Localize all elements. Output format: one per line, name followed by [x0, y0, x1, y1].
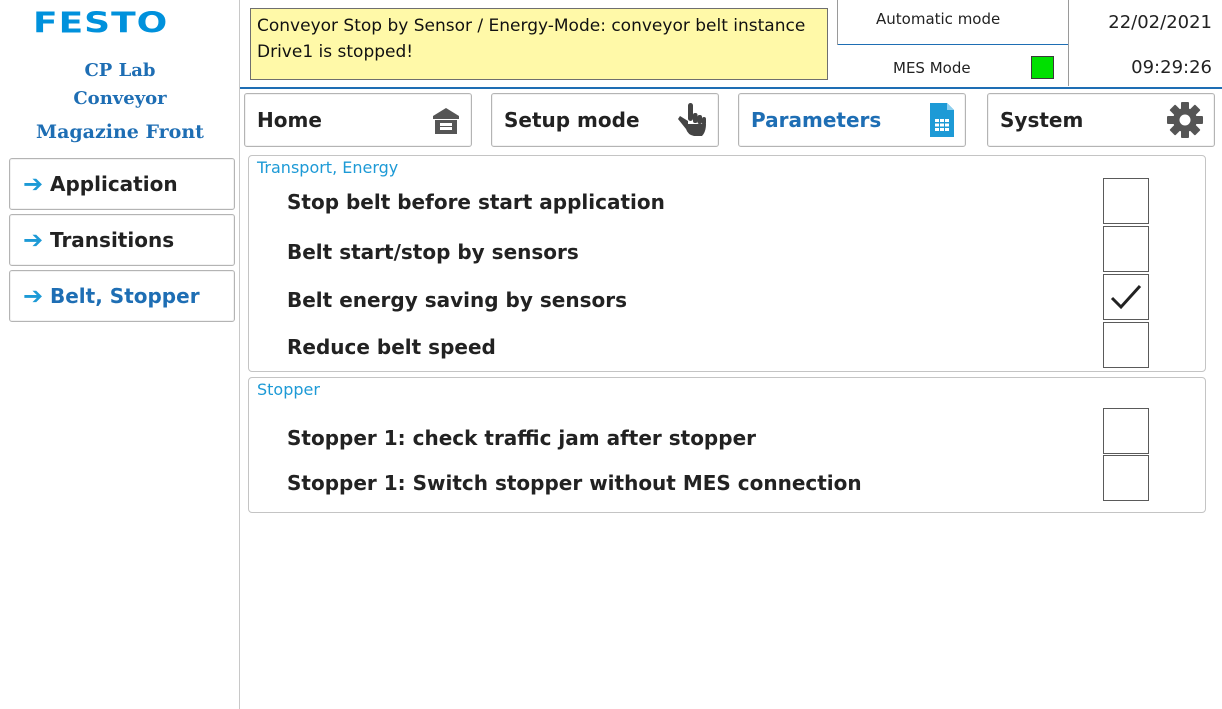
header-separator: [1068, 0, 1069, 86]
document-table-icon: [929, 102, 955, 138]
section-title: Stopper: [257, 380, 320, 399]
checkbox-belt-energy-saving[interactable]: [1103, 274, 1149, 320]
setting-label: Stopper 1: Switch stopper without MES co…: [287, 471, 862, 495]
station-name-line-3: Magazine Front: [36, 121, 204, 143]
checkmark-icon: [1110, 284, 1142, 310]
tab-label: Setup mode: [504, 108, 640, 132]
tab-label: Home: [257, 108, 322, 132]
arrow-right-icon: ➔: [22, 282, 44, 310]
sidebar-item-belt-stopper[interactable]: ➔ Belt, Stopper: [9, 270, 235, 322]
setting-label: Stopper 1: check traffic jam after stopp…: [287, 426, 756, 450]
section-stopper: Stopper Stopper 1: check traffic jam aft…: [248, 377, 1206, 513]
sidebar-item-label: Application: [50, 172, 178, 196]
mes-mode-label: MES Mode: [893, 59, 971, 77]
tab-label: System: [1000, 108, 1084, 132]
tab-parameters[interactable]: Parameters: [738, 93, 966, 147]
sidebar-item-transitions[interactable]: ➔ Transitions: [9, 214, 235, 266]
tab-label: Parameters: [751, 108, 882, 132]
left-divider: [239, 0, 240, 709]
checkbox-stopper-check-traffic-jam[interactable]: [1103, 408, 1149, 454]
setting-label: Belt start/stop by sensors: [287, 240, 579, 264]
checkbox-belt-start-stop-by-sensors[interactable]: [1103, 226, 1149, 272]
header-rule: [240, 87, 1222, 89]
date-display: 22/02/2021: [1108, 12, 1212, 33]
mode-divider: [838, 44, 1068, 45]
hand-pointer-icon: [676, 102, 708, 138]
station-name-line-2: Conveyor: [73, 88, 167, 109]
sidebar-item-label: Belt, Stopper: [50, 284, 200, 308]
garage-icon: [431, 105, 461, 135]
sidebar-item-application[interactable]: ➔ Application: [9, 158, 235, 210]
gear-icon: [1166, 101, 1204, 139]
tab-setup-mode[interactable]: Setup mode: [491, 93, 719, 147]
setting-label: Reduce belt speed: [287, 335, 496, 359]
tab-home[interactable]: Home: [244, 93, 472, 147]
checkbox-stopper-without-mes[interactable]: [1103, 455, 1149, 501]
tab-system[interactable]: System: [987, 93, 1215, 147]
automatic-mode-label: Automatic mode: [876, 10, 1001, 28]
festo-logo: FESTO: [33, 7, 169, 40]
header-separator: [837, 0, 838, 45]
time-display: 09:29:26: [1131, 57, 1212, 78]
section-title: Transport, Energy: [257, 158, 399, 177]
station-name-line-1: CP Lab: [84, 60, 156, 81]
status-message: Conveyor Stop by Sensor / Energy-Mode: c…: [250, 8, 828, 80]
section-transport-energy: Transport, Energy Stop belt before start…: [248, 155, 1206, 372]
arrow-right-icon: ➔: [22, 226, 44, 254]
mes-status-led: [1031, 56, 1054, 79]
checkbox-stop-belt-before-start[interactable]: [1103, 178, 1149, 224]
setting-label: Stop belt before start application: [287, 190, 665, 214]
checkbox-reduce-belt-speed[interactable]: [1103, 322, 1149, 368]
sidebar-item-label: Transitions: [50, 228, 175, 252]
setting-label: Belt energy saving by sensors: [287, 288, 627, 312]
arrow-right-icon: ➔: [22, 170, 44, 198]
